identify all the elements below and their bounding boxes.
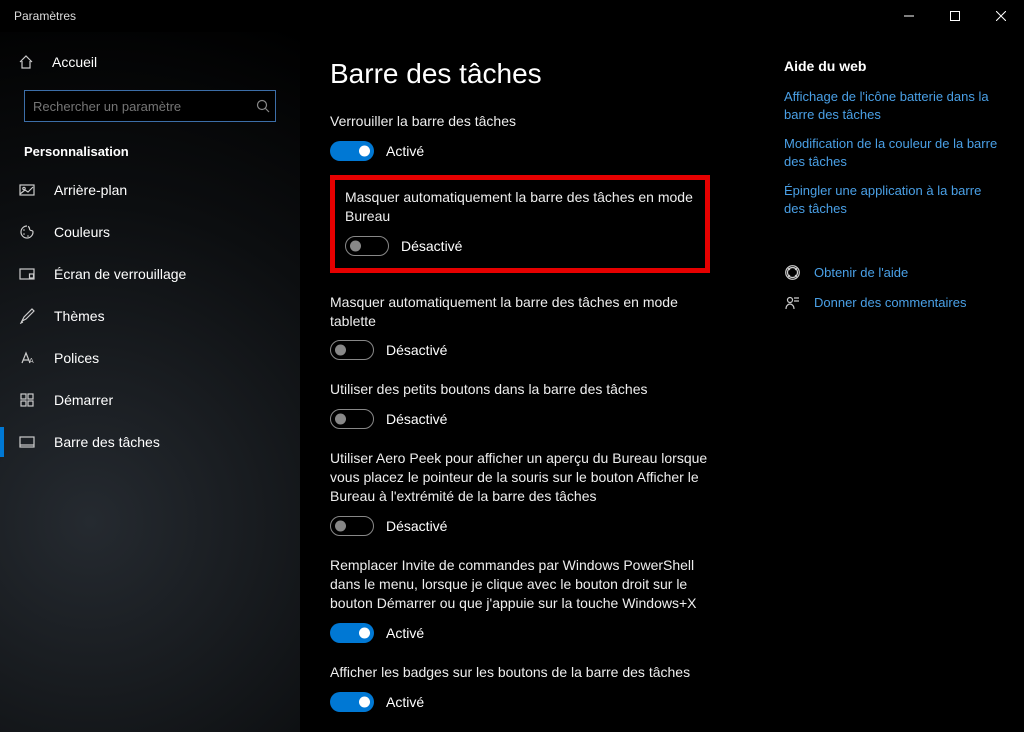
toggle-switch[interactable] [330,692,374,712]
brush-icon [18,308,36,324]
toggle-state-label: Désactivé [386,518,447,534]
right-column: Aide du web Affichage de l'icône batteri… [784,32,1024,732]
setting-label: Masquer automatiquement la barre des tâc… [330,293,710,331]
toggle-state-label: Activé [386,143,424,159]
sidebar: Accueil Personnalisation Arrière-plan Cou… [0,32,300,732]
toggle-switch[interactable] [330,141,374,161]
svg-text:A: A [29,358,34,365]
lock-icon [18,266,36,282]
sidebar-item-picture[interactable]: Arrière-plan [0,169,300,211]
support-link[interactable]: Obtenir de l'aide [784,257,1002,287]
maximize-button[interactable] [932,0,978,32]
web-help-title: Aide du web [784,58,1002,74]
setting-row: Remplacer Invite de commandes par Window… [330,556,710,643]
sidebar-category: Personnalisation [0,126,300,169]
setting-row: Verrouiller la barre des tâches Activé [330,112,710,161]
picture-icon [18,182,36,198]
home-icon [18,54,34,70]
sidebar-item-palette[interactable]: Couleurs [0,211,300,253]
setting-row: Utiliser Aero Peek pour afficher un aper… [330,449,710,536]
minimize-button[interactable] [886,0,932,32]
web-help-link[interactable]: Affichage de l'icône batterie dans la ba… [784,88,1002,123]
home-nav[interactable]: Accueil [0,42,300,82]
toggle-state-label: Désactivé [401,238,462,254]
toggle-switch[interactable] [330,409,374,429]
setting-label: Masquer automatiquement la barre des tâc… [345,188,695,226]
setting-label: Verrouiller la barre des tâches [330,112,710,131]
setting-row: Masquer automatiquement la barre des tâc… [345,188,695,256]
highlight-box: Masquer automatiquement la barre des tâc… [330,175,710,273]
sidebar-item-taskbar[interactable]: Barre des tâches [0,421,300,463]
sidebar-item-label: Arrière-plan [54,182,127,198]
taskbar-icon [18,434,36,450]
sidebar-item-label: Barre des tâches [54,434,160,450]
toggle-state-label: Activé [386,625,424,641]
sidebar-item-label: Écran de verrouillage [54,266,186,282]
setting-label: Utiliser Aero Peek pour afficher un aper… [330,449,710,506]
search-input[interactable] [24,90,276,122]
sidebar-item-label: Démarrer [54,392,113,408]
toggle-state-label: Désactivé [386,342,447,358]
toggle-switch[interactable] [345,236,389,256]
setting-row: Masquer automatiquement la barre des tâc… [330,293,710,361]
titlebar: Paramètres [0,0,1024,32]
setting-row: Utiliser des petits boutons dans la barr… [330,380,710,429]
help-icon [784,265,800,280]
settings-content: Barre des tâches Verrouiller la barre de… [300,32,784,732]
toggle-state-label: Activé [386,694,424,710]
sidebar-item-lock[interactable]: Écran de verrouillage [0,253,300,295]
page-title: Barre des tâches [330,58,754,90]
sidebar-item-start[interactable]: Démarrer [0,379,300,421]
setting-label: Afficher les badges sur les boutons de l… [330,663,710,682]
support-label: Donner des commentaires [814,295,966,310]
home-label: Accueil [52,54,97,70]
start-icon [18,392,36,408]
font-icon: A [18,350,36,366]
support-label: Obtenir de l'aide [814,265,908,280]
toggle-switch[interactable] [330,623,374,643]
sidebar-item-label: Couleurs [54,224,110,240]
toggle-state-label: Désactivé [386,411,447,427]
toggle-switch[interactable] [330,340,374,360]
feedback-icon [784,295,800,310]
support-link[interactable]: Donner des commentaires [784,287,1002,317]
close-button[interactable] [978,0,1024,32]
web-help-link[interactable]: Épingler une application à la barre des … [784,182,1002,217]
toggle-switch[interactable] [330,516,374,536]
web-help-link[interactable]: Modification de la couleur de la barre d… [784,135,1002,170]
window-title: Paramètres [14,9,76,23]
setting-label: Utiliser des petits boutons dans la barr… [330,380,710,399]
sidebar-item-font[interactable]: A Polices [0,337,300,379]
setting-label: Remplacer Invite de commandes par Window… [330,556,710,613]
palette-icon [18,224,36,240]
sidebar-item-brush[interactable]: Thèmes [0,295,300,337]
sidebar-item-label: Thèmes [54,308,105,324]
sidebar-item-label: Polices [54,350,99,366]
setting-row: Afficher les badges sur les boutons de l… [330,663,710,712]
